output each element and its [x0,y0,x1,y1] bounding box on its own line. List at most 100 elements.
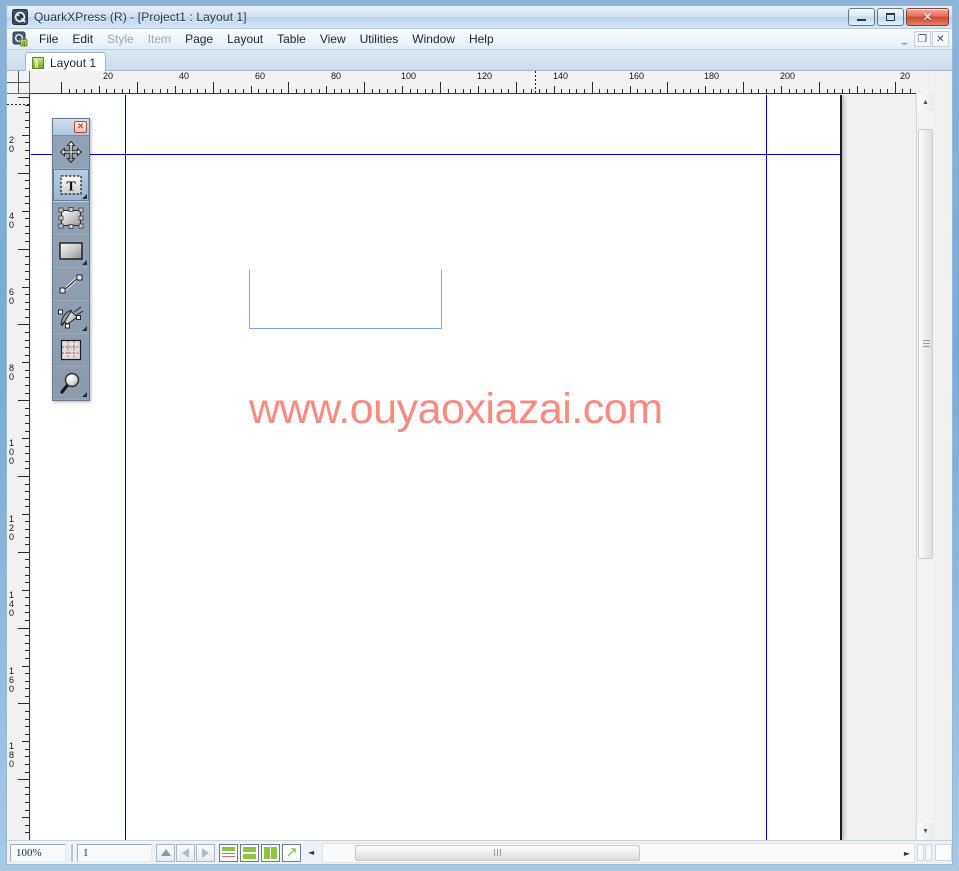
horizontal-scrollbar[interactable]: ► [322,843,915,863]
line-tool[interactable] [53,268,89,301]
ruler-tick [25,810,29,811]
minimize-button[interactable] [848,8,875,26]
svg-text:T: T [66,180,76,195]
ruler-tick [18,324,29,325]
ruler-label: 100 [9,439,20,466]
horizontal-scrollbar-thumb[interactable] [355,845,640,861]
ruler-tick [25,446,29,447]
ruler-tick [25,681,29,682]
ruler-origin-corner[interactable] [7,71,30,94]
ruler-label: 20 [103,71,114,82]
bezier-pen-tool[interactable] [53,301,89,334]
vertical-ruler[interactable]: 20406080100120140160180 [7,94,30,840]
ruler-tick [251,86,252,93]
tool-palette-titlebar[interactable]: ✕ [53,119,89,136]
resize-corner[interactable] [935,844,952,861]
tool-popout-indicator-icon[interactable] [82,326,87,331]
zoom-tool[interactable] [53,367,89,400]
split-pane-arrow-icon[interactable]: ◄ [308,848,314,857]
page-nav-prev-button[interactable] [176,844,195,862]
ruler-tick [197,89,198,93]
tool-palette[interactable]: ✕ T [52,118,90,401]
tool-popout-indicator-icon[interactable] [82,392,87,397]
table-tool[interactable] [53,334,89,367]
page-sheet[interactable]: www.ouyaoxiazai.com [31,95,842,840]
vertical-scrollbar[interactable]: ▲ ▼ [916,94,934,840]
menu-item-help[interactable]: Help [462,30,501,49]
menu-item-utilities[interactable]: Utilities [353,30,406,49]
status-bar-grips [917,844,932,861]
mdi-minimize-button[interactable]: _ [896,31,913,47]
ruler-tick [304,89,305,93]
ruler-tick [463,89,464,93]
page-number-input[interactable]: 1 [77,844,152,862]
picture-box-tool[interactable] [53,202,89,235]
ruler-tick [122,89,123,93]
tab-layout-1[interactable]: Layout 1 [25,52,106,72]
ruler-tick [508,89,509,93]
ruler-tick [25,370,29,371]
mdi-restore-button[interactable]: ❐ [914,31,931,47]
ruler-tick [455,89,456,93]
vertical-scrollbar-thumb[interactable] [918,129,933,559]
status-grip[interactable] [69,844,74,862]
menu-item-edit[interactable]: Edit [65,30,100,49]
item-tool[interactable] [53,136,89,169]
ruler-tick [22,287,29,288]
status-grip-a[interactable] [917,844,924,861]
ruler-tick [129,89,130,93]
ruler-tick [25,635,29,636]
ruler-tick [25,415,29,416]
ruler-label: 80 [331,71,342,82]
tool-popout-indicator-icon[interactable] [82,260,87,265]
export-view-button[interactable] [282,844,301,862]
triangle-right-icon [202,848,209,858]
page-nav-up-button[interactable] [156,844,175,862]
menu-item-page[interactable]: Page [178,30,220,49]
maximize-button[interactable] [877,8,904,26]
ruler-tick [25,256,29,257]
ruler-tick [796,89,797,93]
tool-palette-close-icon[interactable]: ✕ [74,121,87,133]
document-icon[interactable]: q [12,31,28,47]
ruler-tick [25,294,29,295]
ruler-tick [448,89,449,93]
scroll-down-arrow-icon[interactable]: ▼ [917,823,934,840]
ruler-tick [25,332,29,333]
text-box-frame[interactable] [249,269,442,329]
ruler-tick [478,86,479,93]
rectangle-box-tool[interactable] [53,235,89,268]
ruler-tick [25,756,29,757]
ruler-tick [864,89,865,93]
scroll-up-arrow-icon[interactable]: ▲ [917,94,934,111]
status-grip-b[interactable] [925,844,932,861]
window-title: QuarkXPress (R) - [Project1 : Layout 1] [34,10,247,24]
menu-item-layout[interactable]: Layout [220,30,270,49]
thumbnail-view-button[interactable] [261,844,280,862]
ruler-tick [25,575,29,576]
menu-item-file[interactable]: File [32,30,65,49]
text-content-tool[interactable]: T [53,169,89,202]
layout-tab-strip: Layout 1 [7,50,952,71]
page-nav-next-button[interactable] [196,844,215,862]
menu-item-view[interactable]: View [313,30,353,49]
ruler-tick [22,590,29,591]
page-view-button[interactable] [219,844,238,862]
close-button[interactable]: ✕ [906,8,949,26]
title-bar: QuarkXPress (R) - [Project1 : Layout 1] … [7,6,952,29]
ruler-tick [22,362,29,363]
tool-popout-indicator-icon[interactable] [82,194,87,199]
spread-view-button[interactable] [240,844,259,862]
ruler-tick [25,794,29,795]
menu-item-table[interactable]: Table [270,30,313,49]
ruler-tick [25,127,29,128]
mdi-close-button[interactable]: ✕ [932,31,949,47]
ruler-tick [25,802,29,803]
zoom-input[interactable]: 100% [10,844,66,862]
scroll-right-arrow-icon[interactable]: ► [904,849,910,858]
ruler-tick [25,787,29,788]
menu-item-window[interactable]: Window [405,30,462,49]
layout-canvas[interactable]: www.ouyaoxiazai.com [31,95,916,840]
horizontal-ruler[interactable]: 2040608010012014016018020020 [30,71,916,94]
window-inner: QuarkXPress (R) - [Project1 : Layout 1] … [6,5,953,865]
